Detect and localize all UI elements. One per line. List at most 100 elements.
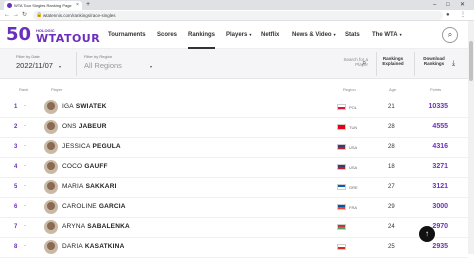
player-age: 29 [388,204,395,210]
player-first-name: IGA [62,103,74,110]
rank-number: 1 [14,104,18,110]
region-filter-value: All Regions [84,61,122,70]
download-rankings-button[interactable]: Download Rankings [420,56,448,66]
logo-wta: WTATOUR [36,32,101,45]
rank-movement: - [24,203,26,209]
lock-icon: 🔒 [36,12,43,18]
player-points: 3271 [432,163,448,170]
avatar [44,140,58,154]
table-header: Rank Player Region Age Points [0,87,468,95]
rank-movement: - [24,123,26,129]
minimize-icon[interactable]: – [433,0,436,10]
player-first-name: MARIA [62,183,84,190]
table-row[interactable]: 6- CAROLINE GARCIA FRA 29 3000 [0,198,468,218]
nav-players[interactable]: Players ▾ [226,21,251,49]
avatar [44,200,58,214]
player-first-name: COCO [62,163,83,170]
nav-news-video[interactable]: News & Video ▾ [292,21,336,49]
menu-dots-icon[interactable]: ⋮ [460,11,466,20]
wta-logo[interactable]: 50 HOLOGIC WTATOUR [6,24,101,46]
player-age: 27 [388,184,395,190]
country-flag-icon [337,144,346,150]
region-filter-label: Filter by Region [84,54,113,59]
region-filter[interactable]: Filter by Region All Regions ▾ [84,54,152,70]
search-icon[interactable]: ⌕ [442,27,458,43]
country-code: POL [349,105,358,110]
maximize-icon[interactable]: □ [446,0,450,10]
tab-title: WTA Tour Singles Ranking Page [14,3,72,8]
header-region: Region [343,87,356,92]
player-points: 2935 [432,243,448,250]
date-filter-value: 2022/11/07 [16,61,53,70]
header-age: Age [389,87,397,92]
player-last-name: PEGULA [92,143,121,150]
search-icon[interactable]: ⌕ [362,58,366,68]
player-last-name: KASATKINA [84,243,125,250]
chevron-down-icon: ▾ [249,32,252,37]
avatar [44,120,58,134]
player-name[interactable]: CAROLINE GARCIA [62,203,126,210]
url-field[interactable]: 🔒 wtatennis.com/rankings/race-singles [33,11,443,20]
country-code: FRA [349,205,357,210]
nav-scores[interactable]: Scores [157,21,177,49]
player-name[interactable]: MARIA SAKKARI [62,183,117,190]
table-row[interactable]: 4- COCO GAUFF USA 18 3271 [0,158,468,178]
nav-stats[interactable]: Stats [345,21,360,49]
back-icon[interactable]: ← [4,11,10,20]
site-header: 50 HOLOGIC WTATOUR Tournaments Scores Ra… [0,21,468,49]
table-row[interactable]: 7- ARYNA SABALENKA 24 2970 [0,218,468,238]
browser-tab[interactable]: WTA Tour Singles Ranking Page × [4,1,82,10]
forward-icon[interactable]: → [13,11,19,20]
player-name[interactable]: COCO GAUFF [62,163,108,170]
rank-movement: - [24,163,26,169]
scroll-to-top-button[interactable]: ↑ [419,226,435,242]
date-filter-label: Filter by Date [16,54,40,59]
table-row[interactable]: 5- MARIA SAKKARI GRE 27 3121 [0,178,468,198]
nav-the-wta[interactable]: The WTA ▾ [372,21,402,49]
scrollbar-thumb[interactable] [469,41,473,81]
country-flag-icon [337,124,346,130]
table-row[interactable]: 8- DARIA KASATKINA 25 2935 [0,238,468,258]
nav-netflix[interactable]: Netflix [261,21,279,49]
nav-rankings[interactable]: Rankings [188,21,216,49]
scrollbar[interactable] [468,21,474,254]
country-flag-icon [337,164,346,170]
divider [76,52,77,76]
player-first-name: ARYNA [62,223,86,230]
new-tab-icon[interactable]: + [86,0,90,10]
url-text: wtatennis.com/rankings/race-singles [43,13,116,18]
player-last-name: GARCIA [98,203,126,210]
table-row[interactable]: 3- JESSICA PEGULA USA 28 4316 [0,138,468,158]
avatar [44,180,58,194]
player-name[interactable]: IGA SWIATEK [62,103,107,110]
rank-number: 7 [14,224,18,230]
player-last-name: SAKKARI [85,183,117,190]
rank-number: 8 [14,244,18,250]
download-icon[interactable]: ⤓ [452,60,455,68]
rank-number: 4 [14,164,18,170]
avatar [44,240,58,254]
rank-movement: - [24,223,26,229]
tab-close-icon[interactable]: × [76,1,79,10]
profile-icon[interactable]: ● [446,11,450,20]
player-last-name: SWIATEK [75,103,107,110]
player-age: 24 [388,224,395,230]
table-row[interactable]: 1- IGA SWIATEK POL 21 10335 [0,98,468,118]
player-first-name: JESSICA [62,143,91,150]
date-filter[interactable]: Filter by Date 2022/11/07 ▾ [16,54,61,70]
logo-50: 50 [6,24,32,45]
rankings-explained-button[interactable]: Rankings Explained [380,56,406,66]
reload-icon[interactable]: ↻ [22,11,27,20]
player-name[interactable]: ARYNA SABALENKA [62,223,130,230]
rank-number: 3 [14,144,18,150]
player-age: 18 [388,164,395,170]
window-close-icon[interactable]: ✕ [460,0,465,10]
player-points: 4555 [432,123,448,130]
player-points: 3121 [432,183,448,190]
player-name[interactable]: DARIA KASATKINA [62,243,124,250]
table-row[interactable]: 2- ONS JABEUR TUN 28 4555 [0,118,468,138]
nav-tournaments[interactable]: Tournaments [108,21,146,49]
player-first-name: CAROLINE [62,203,97,210]
player-name[interactable]: JESSICA PEGULA [62,143,121,150]
player-name[interactable]: ONS JABEUR [62,123,107,130]
